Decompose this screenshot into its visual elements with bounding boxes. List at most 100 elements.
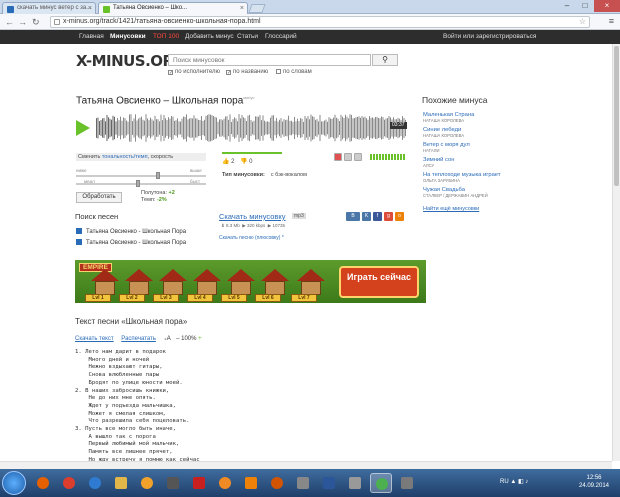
browser-tab-2[interactable]: Татьяна Овсиенко – Шко... × [98,2,248,14]
flag-icon[interactable] [344,153,352,161]
vertical-scrollbar[interactable] [612,44,620,461]
nav-add-minus[interactable]: Добавить минус [185,33,234,40]
house-3-icon [159,269,187,297]
taskbar-chrome-active[interactable] [370,473,392,493]
key-slider-knob[interactable] [156,172,160,179]
taskbar-media2[interactable] [266,473,288,493]
play-icon[interactable] [76,120,90,136]
rating-bar [370,154,406,160]
odnoklassniki-icon[interactable]: o [395,212,404,221]
nav-home[interactable]: Главная [79,33,104,40]
vk-share-icon[interactable]: K [362,212,371,221]
nav-glossary[interactable]: Глоссарий [265,33,297,40]
vk-icon[interactable]: B [346,212,360,221]
taskbar-ok[interactable] [240,473,262,493]
search-button[interactable]: ⚲ [372,54,398,66]
song-result[interactable]: Татьяна Овсиенко - Школьная Пора [76,228,186,235]
media-player-icon [271,477,283,489]
similar-item[interactable]: Синие лебеди НАТАША КОРОЛЕВА [423,127,464,138]
bookmark-star-icon[interactable]: ☆ [579,17,586,27]
site-nav: Главная Минусовки ТОП 100 Добавить минус… [0,30,620,44]
start-button[interactable] [2,471,26,495]
nav-login[interactable]: Войти или зарегистрироваться [443,33,536,40]
process-button[interactable]: Обработать [76,192,122,203]
like-ratio-bar [222,152,282,154]
similar-item[interactable]: Чужая Свадьба СТАЛКЕР / ДЕРЖАВИН АНДРЕЙ [423,187,488,198]
tab-close-icon[interactable]: × [88,5,92,12]
key-tempo-link[interactable]: тональность/темп [102,154,148,160]
taskbar-acrobat[interactable] [188,473,210,493]
heart-icon[interactable] [334,153,342,161]
font-size-plus[interactable]: + [198,336,202,342]
find-more-link[interactable]: Найти ещё минусовки [423,206,479,212]
horizontal-scrollbar[interactable] [0,461,612,469]
taskbar-media[interactable] [162,473,184,493]
maximize-button[interactable]: □ [576,0,594,12]
nav-top100[interactable]: ТОП 100 [153,33,179,40]
ad-banner[interactable]: EMPIRE Lvl 1 Lvl 2 Lvl 3 Lvl 4 Lvl 5 Lvl… [75,260,426,303]
chrome-icon [63,477,75,489]
new-tab-button[interactable] [248,4,266,13]
forward-arrow-icon[interactable]: → [18,17,27,27]
check-words[interactable]: по словам [276,69,312,75]
share-icon[interactable] [354,153,362,161]
download-lyrics-link[interactable]: Скачать текст [75,336,114,342]
facebook-icon[interactable]: f [373,212,382,221]
tab-close-icon[interactable]: × [240,5,244,12]
chrome-active-icon [376,478,388,490]
taskbar-explorer[interactable] [110,473,132,493]
taskbar-ie[interactable] [84,473,106,493]
lyrics-title: Текст песни «Школьная пора» [75,317,188,326]
clock[interactable]: 12:56 24.09.2014 [574,474,614,490]
taskbar-aimp[interactable] [214,473,236,493]
url-input[interactable]: x-minus.org/track/1421/татьяна-овсиенко-… [50,16,590,28]
search-input[interactable] [168,54,371,66]
check-title[interactable]: ✓ по названию [226,69,268,76]
like-button[interactable]: 👍 2 [222,158,234,165]
taskbar-app3[interactable] [344,473,366,493]
similar-title: Похожие минуса [422,95,488,105]
browser-tab-1[interactable]: скачать минус ветер с за... × [2,2,96,14]
browser-menu-icon[interactable]: ≡ [609,17,614,26]
play-now-button[interactable]: Играть сейчас [339,266,419,298]
taskbar-app4[interactable] [396,473,418,493]
scrollbar-thumb[interactable] [614,46,619,186]
pdf-icon [193,477,205,489]
similar-item[interactable]: На теплоходе музыка играет ОЛЬГА ЗАРУБИНА [423,172,501,183]
level-badge: Lvl 1 [85,294,111,302]
similar-item[interactable]: Зимний сон АЛСУ [423,157,454,168]
tempo-slider[interactable] [76,180,206,187]
back-arrow-icon[interactable]: ← [5,17,14,27]
download-plus-link[interactable]: Скачать песню (плюсовку) * [219,235,284,241]
google-plus-icon[interactable]: g [384,212,393,221]
track-duration: 03:37 [390,122,407,129]
print-lyrics-link[interactable]: Распечатать [121,336,156,342]
font-size-minus[interactable]: – [176,336,179,342]
check-executor[interactable]: ✓ по исполнителю [168,69,220,76]
change-key-label: Сменить тональность/темп, скорость [76,153,206,161]
download-minus-link[interactable]: Скачать минусовку [219,212,285,221]
language-indicator[interactable]: RU [500,479,509,485]
taskbar-arrow-app[interactable] [136,473,158,493]
taskbar-app2[interactable] [292,473,314,493]
taskbar-firefox[interactable] [32,473,54,493]
font-size-icon[interactable]: ₊A [164,336,171,342]
nav-minusovki[interactable]: Минусовки [110,33,146,40]
similar-item[interactable]: Маленькая Страна НАТАША КОРОЛЕВА [423,112,474,123]
house-1-icon [91,269,119,297]
tempo-slider-knob[interactable] [136,180,140,187]
close-window-button[interactable]: × [594,0,620,12]
similar-item[interactable]: Ветер с моря дул НАТАЛИ [423,142,470,153]
minimize-button[interactable]: – [558,0,576,12]
dislike-button[interactable]: 👎 0 [240,158,252,165]
song-result[interactable]: Татьяна Овсиенко - Школьная Пора [76,239,186,246]
level-badge: Lvl 4 [187,294,213,302]
taskbar-chrome[interactable] [58,473,80,493]
key-slider[interactable] [76,172,206,179]
reload-icon[interactable]: ↻ [32,17,40,27]
tab-label: Татьяна Овсиенко – Шко... [113,5,188,11]
nav-articles[interactable]: Статьи [237,33,258,40]
taskbar-word[interactable] [318,473,340,493]
folder-icon [115,477,127,489]
waveform[interactable] [96,114,406,142]
